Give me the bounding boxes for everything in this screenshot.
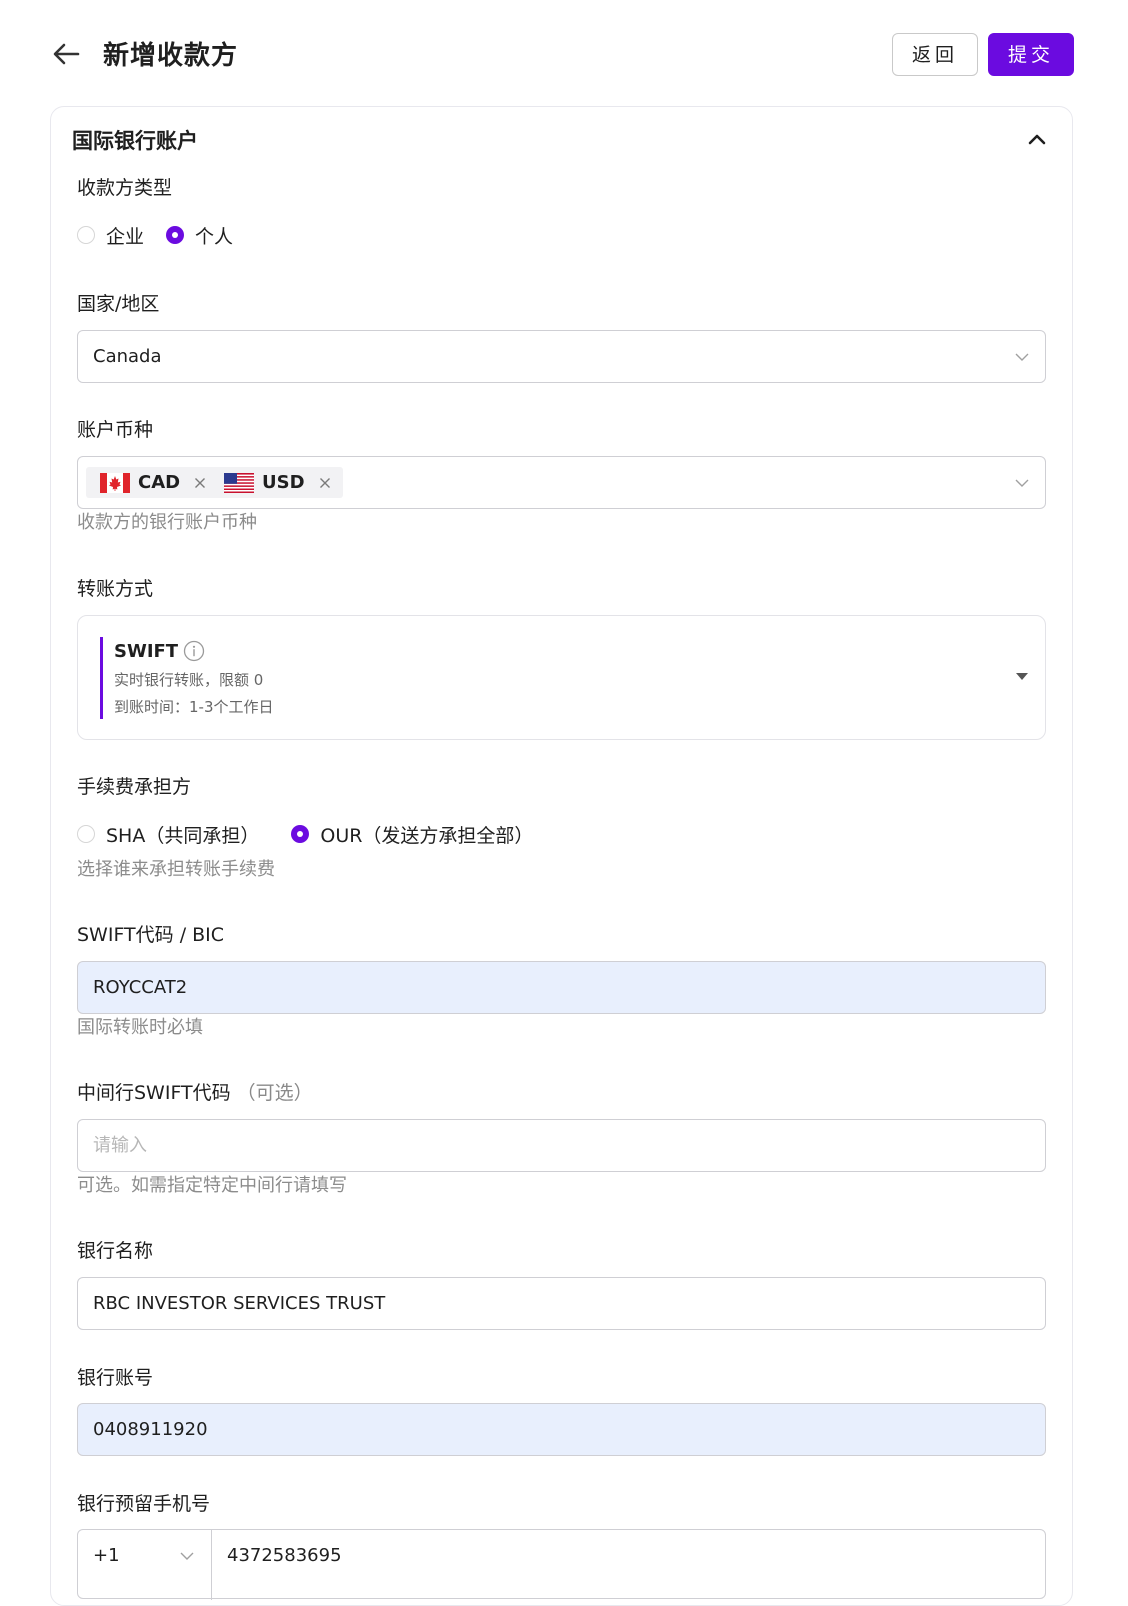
currency-multiselect[interactable]: CAD USD (77, 456, 1046, 509)
chevron-down-icon[interactable] (178, 1547, 196, 1565)
radio-label: SHA（共同承担） (106, 824, 260, 847)
back-arrow-icon[interactable] (48, 36, 84, 72)
country-label: 国家/地区 (77, 293, 160, 315)
chevron-down-icon (1015, 479, 1029, 487)
divider (211, 1530, 212, 1600)
fee-option-our[interactable]: OUR（发送方承担全部） (291, 821, 533, 848)
currency-hint: 收款方的银行账户币种 (77, 512, 257, 533)
intermediary-swift-input[interactable]: 请输入 (77, 1119, 1046, 1172)
swift-input[interactable]: ROYCCAT2 (77, 961, 1046, 1014)
close-icon[interactable] (317, 475, 333, 491)
info-icon[interactable] (183, 640, 205, 662)
transfer-method-select[interactable]: SWIFT 实时银行转账，限额 0 到账时间：1-3个工作日 (77, 615, 1046, 740)
phone-label: 银行预留手机号 (77, 1493, 211, 1515)
canada-flag-icon (100, 472, 130, 493)
radio-checked-icon[interactable] (166, 226, 185, 244)
currency-tag-usd: USD (210, 467, 343, 498)
country-value: Canada (93, 346, 162, 367)
account-number-input[interactable]: 0408911920 (77, 1403, 1046, 1456)
intermediary-swift-placeholder: 请输入 (93, 1135, 147, 1156)
currency-label: 账户币种 (77, 419, 154, 441)
country-code-select[interactable]: +1 (93, 1530, 120, 1582)
chevron-down-icon (1015, 353, 1029, 361)
swift-hint: 国际转账时必填 (77, 1017, 203, 1038)
submit-button[interactable]: 提交 (988, 33, 1074, 76)
swift-value: ROYCCAT2 (93, 977, 188, 998)
page-title: 新增收款方 (103, 41, 239, 71)
fee-option-sha[interactable]: SHA（共同承担） (77, 821, 259, 848)
currency-tag-cad: CAD (86, 467, 219, 498)
payee-type-option-individual[interactable]: 个人 (166, 222, 233, 249)
transfer-method-name: SWIFT (114, 641, 179, 662)
radio-label: 个人 (195, 225, 234, 248)
payee-type-radio-group: 企业 个人 (77, 220, 255, 250)
bank-name-value: RBC INVESTOR SERVICES TRUST (93, 1293, 386, 1314)
transfer-method-description: 实时银行转账，限额 0 (114, 671, 264, 689)
fee-bearer-radio-group: SHA（共同承担） OUR（发送方承担全部） (77, 819, 555, 849)
radio-label: OUR（发送方承担全部） (320, 824, 534, 847)
page-header: 新增收款方 返回 提交 (0, 0, 1128, 106)
optional-tag: （可选） (236, 1082, 313, 1104)
phone-input-group: +1 4372583695 (77, 1529, 1046, 1600)
radio-label: 企业 (106, 225, 145, 248)
country-select[interactable]: Canada (77, 330, 1046, 383)
back-button[interactable]: 返回 (892, 33, 978, 76)
selected-indicator (100, 637, 103, 719)
account-number-value: 0408911920 (93, 1419, 208, 1440)
payee-type-option-company[interactable]: 企业 (77, 222, 144, 249)
intermediary-swift-label-text: 中间行SWIFT代码 (77, 1082, 231, 1104)
close-icon[interactable] (192, 475, 208, 491)
section-title: 国际银行账户 (72, 129, 198, 153)
radio-unchecked-icon[interactable] (77, 226, 95, 244)
intermediary-swift-hint: 可选。如需指定特定中间行请填写 (77, 1175, 347, 1196)
phone-number-input[interactable]: 4372583695 (227, 1530, 342, 1582)
fee-bearer-hint: 选择谁来承担转账手续费 (77, 859, 275, 880)
bank-name-input[interactable]: RBC INVESTOR SERVICES TRUST (77, 1277, 1046, 1330)
currency-tag-label: CAD (138, 472, 181, 493)
currency-tag-label: USD (262, 472, 305, 493)
swift-label: SWIFT代码 / BIC (77, 924, 225, 946)
transfer-method-arrival-time: 到账时间：1-3个工作日 (114, 698, 274, 716)
account-number-label: 银行账号 (77, 1367, 154, 1389)
transfer-method-label: 转账方式 (77, 578, 154, 600)
payee-type-label: 收款方类型 (77, 177, 173, 199)
intermediary-swift-label: 中间行SWIFT代码 （可选） (77, 1079, 313, 1107)
chevron-up-icon[interactable] (1024, 126, 1050, 152)
bank-name-label: 银行名称 (77, 1240, 154, 1262)
us-flag-icon (224, 472, 254, 493)
fee-bearer-label: 手续费承担方 (77, 776, 192, 798)
radio-checked-icon[interactable] (291, 825, 310, 843)
caret-down-icon (1016, 673, 1028, 680)
radio-unchecked-icon[interactable] (77, 825, 95, 843)
